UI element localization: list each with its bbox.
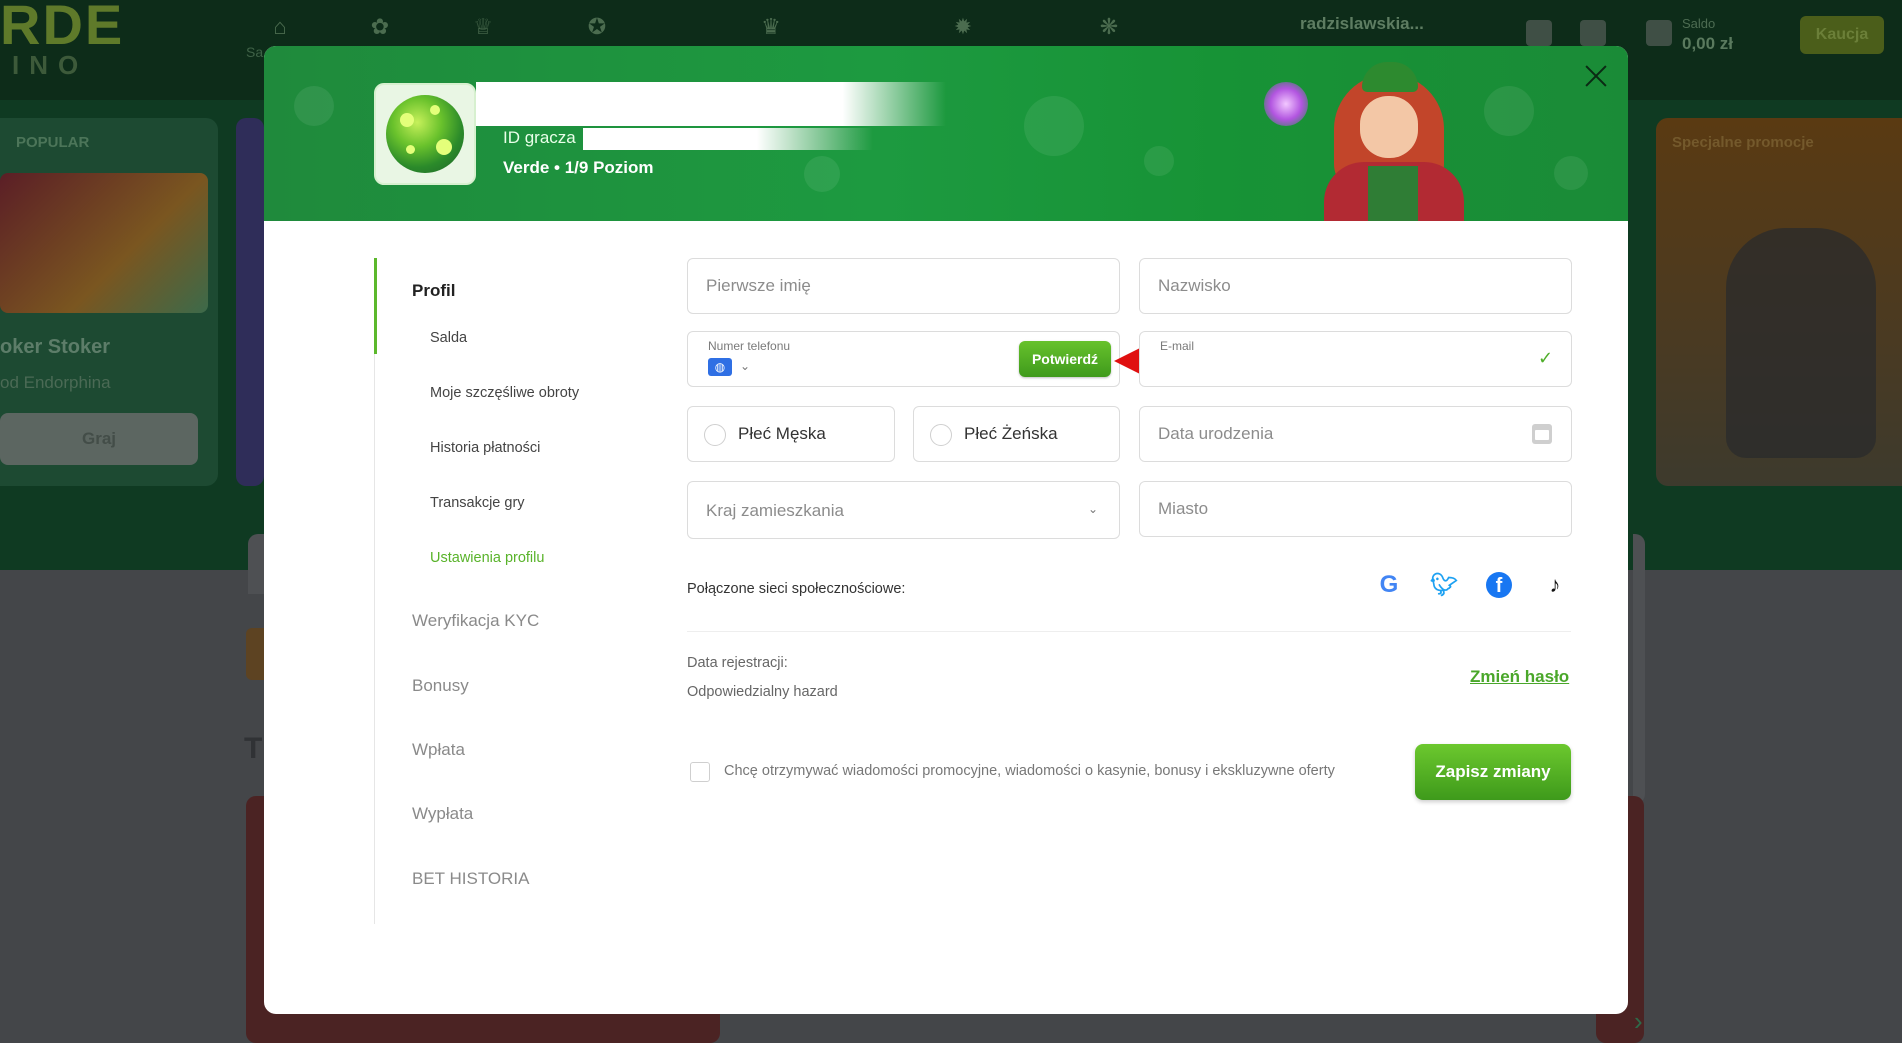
email-label: E-mail <box>1160 339 1195 353</box>
wheel-icon[interactable]: ❋ <box>1096 14 1122 40</box>
calendar-icon[interactable] <box>1532 424 1552 444</box>
sidebar-item-deposit[interactable]: Wpłata <box>412 740 465 760</box>
birthdate-placeholder: Data urodzenia <box>1158 424 1274 443</box>
special-promos-card[interactable]: Specjalne promocje <box>1656 118 1902 486</box>
category-tab-edge <box>246 628 264 680</box>
mail-icon[interactable] <box>1526 20 1552 46</box>
popular-card: POPULAR oker Stoker od Endorphina Graj <box>0 118 218 486</box>
last-name-field[interactable]: Nazwisko <box>1139 258 1572 314</box>
fire-icon[interactable]: ✹ <box>950 14 976 40</box>
raccoon-illustration <box>1726 228 1876 458</box>
sidebar-item-kyc[interactable]: Weryfikacja KYC <box>412 611 539 631</box>
saldo-label: Saldo <box>1682 16 1716 31</box>
last-name-placeholder: Nazwisko <box>1158 276 1231 295</box>
section-heading: T <box>244 732 263 765</box>
sidebar-item-withdrawal[interactable]: Wypłata <box>412 804 473 824</box>
game-provider[interactable]: od Endorphina <box>0 373 111 393</box>
player-level: Verde • 1/9 Poziom <box>503 158 654 177</box>
facebook-icon[interactable]: f <box>1484 570 1514 600</box>
change-password-link[interactable]: Zmień hasło <box>1470 667 1569 687</box>
gender-male-option[interactable]: Płeć Męska <box>687 406 895 462</box>
avatar[interactable] <box>374 83 476 185</box>
close-icon[interactable] <box>1580 60 1612 92</box>
play-button[interactable]: Graj <box>0 413 198 465</box>
chip-icon[interactable]: ✪ <box>584 14 610 40</box>
wallet-icon <box>1646 20 1672 46</box>
carousel-next-icon[interactable]: › <box>1634 1006 1643 1037</box>
confirm-phone-button[interactable]: Potwierdź <box>1019 341 1111 377</box>
twitter-icon[interactable]: 🐦︎ <box>1429 570 1459 600</box>
chevron-down-icon[interactable]: ⌄ <box>1088 502 1098 516</box>
home-label: Sa <box>246 44 264 60</box>
birthdate-field[interactable]: Data urodzenia <box>1139 406 1572 462</box>
social-networks-label: Połączone sieci społecznościowe: <box>687 581 906 597</box>
crown-icon[interactable]: ♛ <box>758 14 784 40</box>
promo-card-edge <box>236 118 264 486</box>
checkmark-icon: ✓ <box>1538 348 1554 368</box>
sidebar-active-indicator <box>374 258 377 354</box>
responsible-gambling-link[interactable]: Odpowiedzialny hazard <box>687 684 838 700</box>
globe-icon[interactable]: ◍ <box>708 358 732 376</box>
trophy-icon[interactable]: ♕ <box>470 14 496 40</box>
profile-sidebar <box>374 258 634 924</box>
save-changes-button[interactable]: Zapisz zmiany <box>1415 744 1571 800</box>
game-title: oker Stoker <box>0 336 111 358</box>
saldo-value: 0,00 zł <box>1682 34 1734 53</box>
content-panel-edge <box>248 534 264 594</box>
player-id-redacted <box>583 128 873 150</box>
promo-consent-label: Chcę otrzymywać wiadomości promocyjne, w… <box>724 763 1335 779</box>
elf-character-illustration <box>1304 54 1474 221</box>
popular-label: POPULAR <box>16 134 90 151</box>
profile-banner: ID gracza Verde • 1/9 Poziom <box>264 46 1628 221</box>
gender-female-label: Płeć Żeńska <box>964 424 1058 443</box>
player-id-label: ID gracza <box>503 128 576 147</box>
sidebar-item-profil[interactable]: Profil <box>412 281 455 301</box>
deposit-button[interactable]: Kaucja <box>1800 16 1884 54</box>
fairy-illustration <box>1264 82 1308 126</box>
username-redacted <box>476 82 946 126</box>
sports-icon[interactable]: ✿ <box>367 14 393 40</box>
city-field[interactable]: Miasto <box>1139 481 1572 537</box>
site-logo: RDE INO <box>0 0 125 80</box>
game-thumbnail[interactable] <box>0 173 208 313</box>
google-icon[interactable]: G <box>1374 570 1404 600</box>
sidebar-item-game-transactions[interactable]: Transakcje gry <box>430 495 525 511</box>
phone-label: Numer telefonu <box>708 339 791 353</box>
registration-date-label: Data rejestracji: <box>687 655 788 671</box>
sidebar-item-profile-settings[interactable]: Ustawienia profilu <box>430 550 544 566</box>
promo-consent-checkbox[interactable] <box>690 762 710 782</box>
sidebar-item-bonuses[interactable]: Bonusy <box>412 676 469 696</box>
gift-icon[interactable] <box>1580 20 1606 46</box>
home-icon[interactable]: ⌂ <box>267 14 293 40</box>
first-name-placeholder: Pierwsze imię <box>706 276 811 295</box>
country-placeholder: Kraj zamieszkania <box>706 501 844 520</box>
city-placeholder: Miasto <box>1158 499 1209 518</box>
sidebar-item-payment-history[interactable]: Historia płatności <box>430 440 540 456</box>
sidebar-item-salda[interactable]: Salda <box>430 330 467 346</box>
chevron-down-icon[interactable]: ⌄ <box>740 359 750 373</box>
profile-modal: ID gracza Verde • 1/9 Poziom Profil Sald… <box>264 46 1628 1014</box>
tiktok-icon[interactable]: ♪ <box>1540 570 1570 600</box>
country-select[interactable]: Kraj zamieszkania ⌄ <box>687 481 1120 539</box>
username-label[interactable]: radzislawskia... <box>1300 14 1424 34</box>
sidebar-item-lucky-spins[interactable]: Moje szczęśliwe obroty <box>430 385 579 401</box>
gender-male-label: Płeć Męska <box>738 424 826 443</box>
email-field[interactable]: E-mail ✓ <box>1139 331 1572 387</box>
content-panel-edge-right <box>1633 534 1645 804</box>
radio-male[interactable] <box>704 424 726 446</box>
first-name-field[interactable]: Pierwsze imię <box>687 258 1120 314</box>
special-promos-label: Specjalne promocje <box>1672 134 1814 151</box>
gender-female-option[interactable]: Płeć Żeńska <box>913 406 1120 462</box>
section-divider <box>687 631 1571 632</box>
sidebar-item-bet-history[interactable]: BET HISTORIA <box>412 869 529 889</box>
radio-female[interactable] <box>930 424 952 446</box>
